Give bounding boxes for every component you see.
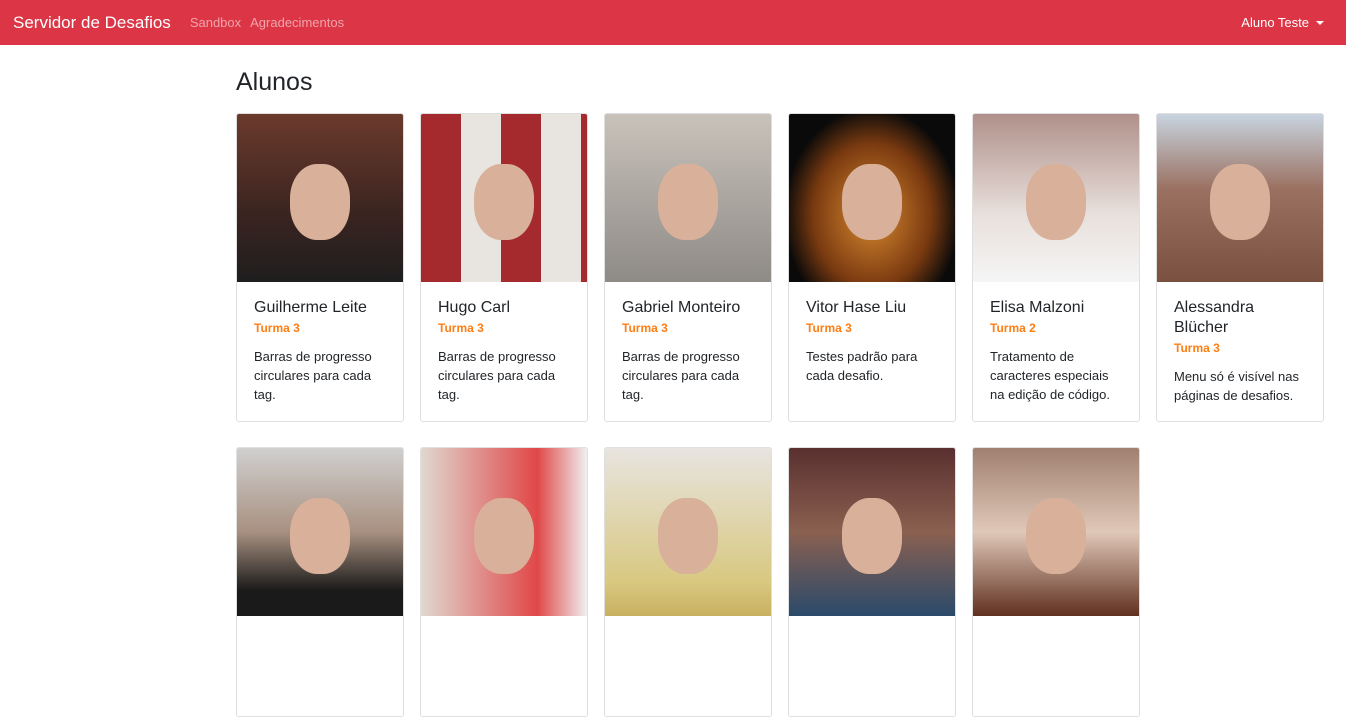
- student-photo: [973, 448, 1139, 616]
- student-turma: Turma 3: [806, 321, 852, 335]
- student-card: [236, 447, 404, 717]
- card-body: [789, 616, 955, 716]
- student-card: Hugo Carl Turma 3 Barras de progresso circ…: [420, 113, 588, 422]
- nav-sandbox[interactable]: Sandbox: [190, 15, 241, 30]
- student-name: Vitor Hase Liu: [806, 299, 907, 316]
- student-contribution: Tratamento de caracteres especiais na ed…: [990, 349, 1110, 402]
- student-grid: Guilherme Leite Turma 3 Barras de progress…: [236, 113, 1324, 717]
- student-photo: [421, 448, 587, 616]
- student-name: Gabriel Monteiro: [622, 299, 741, 316]
- face-placeholder: [474, 164, 534, 241]
- card-body: Hugo Carl Turma 3 Barras de progresso circ…: [421, 282, 587, 420]
- card-body: [973, 616, 1139, 716]
- student-contribution: Barras de progresso circulares para cada…: [438, 349, 556, 402]
- face-placeholder: [1026, 498, 1086, 575]
- card-body: Elisa Malzoni Turma 2 Tratamento de caract…: [973, 282, 1139, 420]
- face-placeholder: [474, 498, 534, 575]
- student-turma: Turma 3: [254, 321, 300, 335]
- navbar: Servidor de Desafios Sandbox Agradecimen…: [0, 0, 1346, 45]
- student-card: Guilherme Leite Turma 3 Barras de progress…: [236, 113, 404, 422]
- student-photo: [605, 448, 771, 616]
- face-placeholder: [290, 164, 350, 241]
- card-body: Alessandra Blücher Turma 3 Menu só é visív…: [1157, 282, 1323, 421]
- brand-link[interactable]: Servidor de Desafios: [13, 13, 171, 33]
- student-card: Alessandra Blücher Turma 3 Menu só é visív…: [1156, 113, 1324, 422]
- student-name: Alessandra Blücher: [1174, 299, 1255, 336]
- student-contribution: Testes padrão para cada desafio.: [806, 349, 918, 383]
- student-photo: [421, 114, 587, 282]
- nav-agradecimentos[interactable]: Agradecimentos: [250, 15, 344, 30]
- student-contribution: Menu só é visível nas páginas de desafio…: [1174, 369, 1300, 403]
- student-photo: [789, 114, 955, 282]
- student-photo: [237, 448, 403, 616]
- student-turma: Turma 3: [622, 321, 668, 335]
- caret-down-icon: [1316, 20, 1324, 25]
- student-photo: [789, 448, 955, 616]
- student-name: Hugo Carl: [438, 299, 511, 316]
- face-placeholder: [290, 498, 350, 575]
- card-body: [421, 616, 587, 716]
- student-card: Gabriel Monteiro Turma 3 Barras de progres…: [604, 113, 772, 422]
- card-body: Guilherme Leite Turma 3 Barras de progress…: [237, 282, 403, 420]
- student-photo: [1157, 114, 1323, 282]
- face-placeholder: [842, 498, 902, 575]
- card-body: Vitor Hase Liu Turma 3 Testes padrão para …: [789, 282, 955, 401]
- user-name: Aluno Teste: [1241, 15, 1309, 30]
- user-menu[interactable]: Aluno Teste: [1241, 15, 1324, 30]
- student-name: Guilherme Leite: [254, 299, 367, 316]
- student-card: [972, 447, 1140, 717]
- student-card: [420, 447, 588, 717]
- face-placeholder: [1210, 164, 1270, 241]
- student-card: Elisa Malzoni Turma 2 Tratamento de caract…: [972, 113, 1140, 422]
- page-title: Alunos: [236, 68, 313, 96]
- card-body: [237, 616, 403, 716]
- student-photo: [973, 114, 1139, 282]
- student-photo: [605, 114, 771, 282]
- face-placeholder: [842, 164, 902, 241]
- face-placeholder: [1026, 164, 1086, 241]
- card-body: [605, 616, 771, 716]
- student-turma: Turma 3: [1174, 341, 1220, 355]
- card-body: Gabriel Monteiro Turma 3 Barras de progres…: [605, 282, 771, 420]
- face-placeholder: [658, 498, 718, 575]
- face-placeholder: [658, 164, 718, 241]
- student-card: [604, 447, 772, 717]
- student-turma: Turma 3: [438, 321, 484, 335]
- student-photo: [237, 114, 403, 282]
- student-turma: Turma 2: [990, 321, 1036, 335]
- student-card: [788, 447, 956, 717]
- student-contribution: Barras de progresso circulares para cada…: [622, 349, 740, 402]
- student-name: Elisa Malzoni: [990, 299, 1085, 316]
- student-card: Vitor Hase Liu Turma 3 Testes padrão para …: [788, 113, 956, 422]
- student-contribution: Barras de progresso circulares para cada…: [254, 349, 372, 402]
